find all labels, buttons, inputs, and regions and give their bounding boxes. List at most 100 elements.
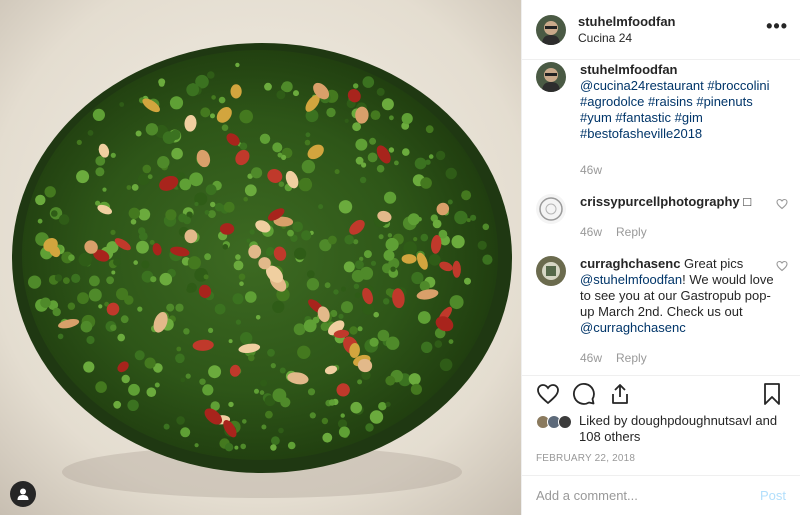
broccolini-dish-image (0, 0, 521, 515)
broccolini-floret (261, 424, 267, 430)
broccolini-floret (265, 410, 273, 419)
caption-username[interactable]: stuhelmfoodfan (580, 62, 776, 78)
comments-list: stuhelmfoodfan @cucina24restaurant #broc… (522, 60, 800, 375)
broccolini-floret (307, 388, 316, 396)
broccolini-floret (186, 83, 200, 97)
post-comment-button[interactable]: Post (760, 488, 786, 503)
broccolini-floret (204, 253, 212, 261)
post-photo[interactable] (0, 0, 521, 515)
comment-time[interactable]: 46w (580, 351, 602, 365)
reply-button[interactable]: Reply (616, 351, 647, 365)
broccolini-floret (183, 216, 192, 225)
broccolini-floret (251, 167, 263, 179)
broccolini-floret (176, 346, 182, 352)
broccolini-floret (428, 154, 434, 159)
avatar[interactable] (536, 62, 566, 92)
comment-time[interactable]: 46w (580, 225, 602, 239)
broccolini-floret (63, 277, 70, 284)
comment-like-heart-icon[interactable] (776, 198, 788, 210)
likes-prefix: Liked by (579, 413, 632, 428)
broccolini-floret (249, 229, 255, 235)
post-panel: stuhelmfoodfan Cucina 24 ••• stuhelmfood… (521, 0, 800, 515)
broccolini-floret (171, 147, 183, 160)
comment-username[interactable]: crissypurcellphotography (580, 194, 740, 209)
broccolini-floret (218, 96, 226, 104)
broccolini-floret (305, 132, 311, 138)
broccolini-floret (413, 237, 418, 242)
liker-avatars (536, 415, 572, 429)
broccolini-floret (477, 240, 487, 250)
broccolini-floret (428, 253, 441, 266)
broccolini-floret (135, 130, 142, 137)
comment-mention[interactable]: @stuhelmfoodfan (580, 272, 682, 287)
broccolini-floret (435, 150, 446, 161)
broccolini-floret (341, 286, 346, 292)
avatar[interactable] (536, 194, 566, 224)
broccolini-floret (344, 234, 355, 245)
broccolini-floret (384, 191, 397, 204)
user-tag-button[interactable] (10, 481, 36, 507)
broccolini-floret (243, 196, 248, 202)
broccolini-floret (207, 71, 215, 79)
bookmark-icon[interactable] (760, 382, 784, 406)
broccolini-floret (146, 387, 157, 398)
broccolini-floret (361, 162, 367, 168)
post-date[interactable]: FEBRUARY 22, 2018 (522, 453, 800, 469)
broccolini-floret (482, 254, 493, 265)
broccolini-floret (363, 250, 372, 259)
broccolini-floret (37, 218, 43, 224)
broccolini-floret (76, 139, 82, 145)
comment-like-heart-icon[interactable] (776, 260, 788, 272)
likes-others[interactable]: 108 others (579, 429, 640, 444)
broccolini-floret (354, 292, 361, 299)
avatar[interactable] (536, 14, 566, 45)
broccolini-floret (110, 229, 116, 235)
broccolini-floret (259, 133, 271, 144)
broccolini-floret (266, 247, 275, 256)
broccolini-floret (228, 339, 233, 344)
comment-input[interactable]: Add a comment... (536, 488, 638, 503)
liked-by-user[interactable]: doughpdoughnutsavl (631, 413, 752, 428)
caption-mention[interactable]: @cucina24restaurant (580, 78, 704, 93)
comment-mention[interactable]: @curraghchasenc (580, 320, 686, 335)
broccolini-floret (120, 315, 129, 324)
broccolini-floret (326, 107, 336, 118)
broccolini-floret (328, 235, 337, 245)
comment-username[interactable]: curraghchasenc (580, 256, 680, 271)
broccolini-floret (239, 142, 248, 150)
more-options-button[interactable]: ••• (766, 16, 788, 37)
broccolini-floret (439, 358, 453, 372)
broccolini-floret (306, 278, 320, 291)
broccolini-floret (292, 221, 304, 233)
broccolini-floret (259, 390, 265, 395)
broccolini-floret (80, 320, 93, 333)
header-username[interactable]: stuhelmfoodfan (578, 14, 676, 30)
broccolini-floret (235, 254, 241, 260)
avatar[interactable] (536, 256, 566, 286)
broccolini-floret (233, 260, 244, 271)
broccolini-floret (242, 419, 247, 424)
broccolini-floret (461, 190, 472, 201)
broccolini-floret (432, 219, 442, 229)
broccolini-floret (186, 286, 194, 293)
broccolini-floret (126, 185, 132, 190)
broccolini-floret (199, 378, 206, 385)
post-location[interactable]: Cucina 24 (578, 30, 676, 46)
broccolini-floret (166, 303, 175, 312)
broccolini-floret (210, 201, 216, 208)
avatar-image (536, 14, 566, 45)
broccolini-floret (365, 423, 374, 432)
broccolini-floret (287, 229, 294, 237)
caption-time[interactable]: 46w (580, 163, 602, 177)
reply-button[interactable]: Reply (616, 225, 647, 239)
broccolini-floret (165, 209, 177, 221)
broccolini-floret (278, 181, 285, 187)
broccolini-floret (385, 288, 394, 296)
broccolini-floret (239, 109, 253, 124)
share-icon[interactable] (608, 382, 632, 406)
broccolini-floret (175, 353, 185, 364)
heart-icon[interactable] (536, 382, 560, 406)
comment-icon[interactable] (572, 382, 596, 406)
broccolini-floret (280, 84, 288, 91)
avatar[interactable] (558, 415, 572, 429)
